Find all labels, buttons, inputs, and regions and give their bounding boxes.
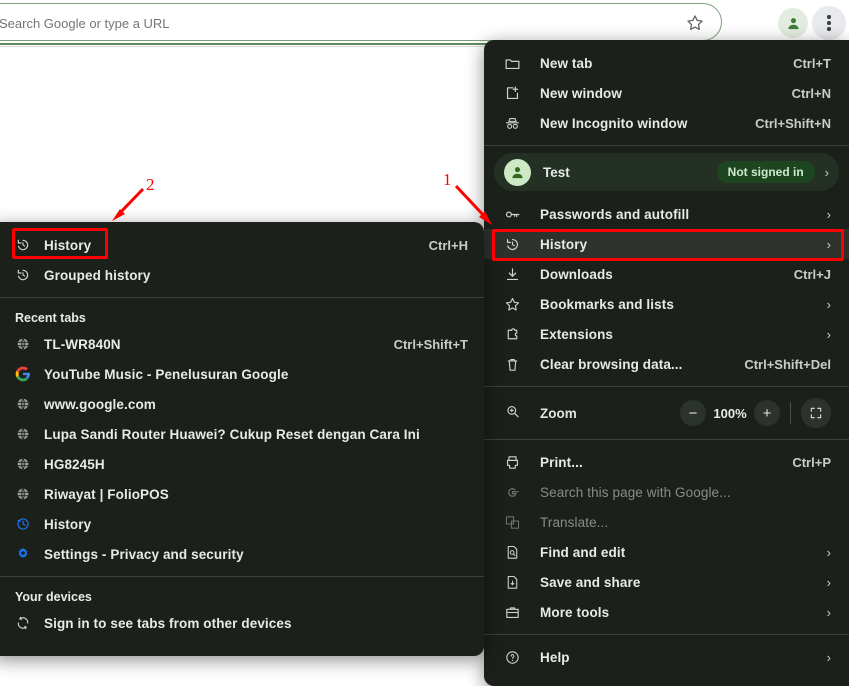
annotation-number-one: 1 [443,170,452,189]
browser-window: New tab Ctrl+T New window Ctrl+N [0,0,849,686]
annotation-number-two: 2 [146,175,155,194]
annotation-arrow-group [112,184,492,225]
